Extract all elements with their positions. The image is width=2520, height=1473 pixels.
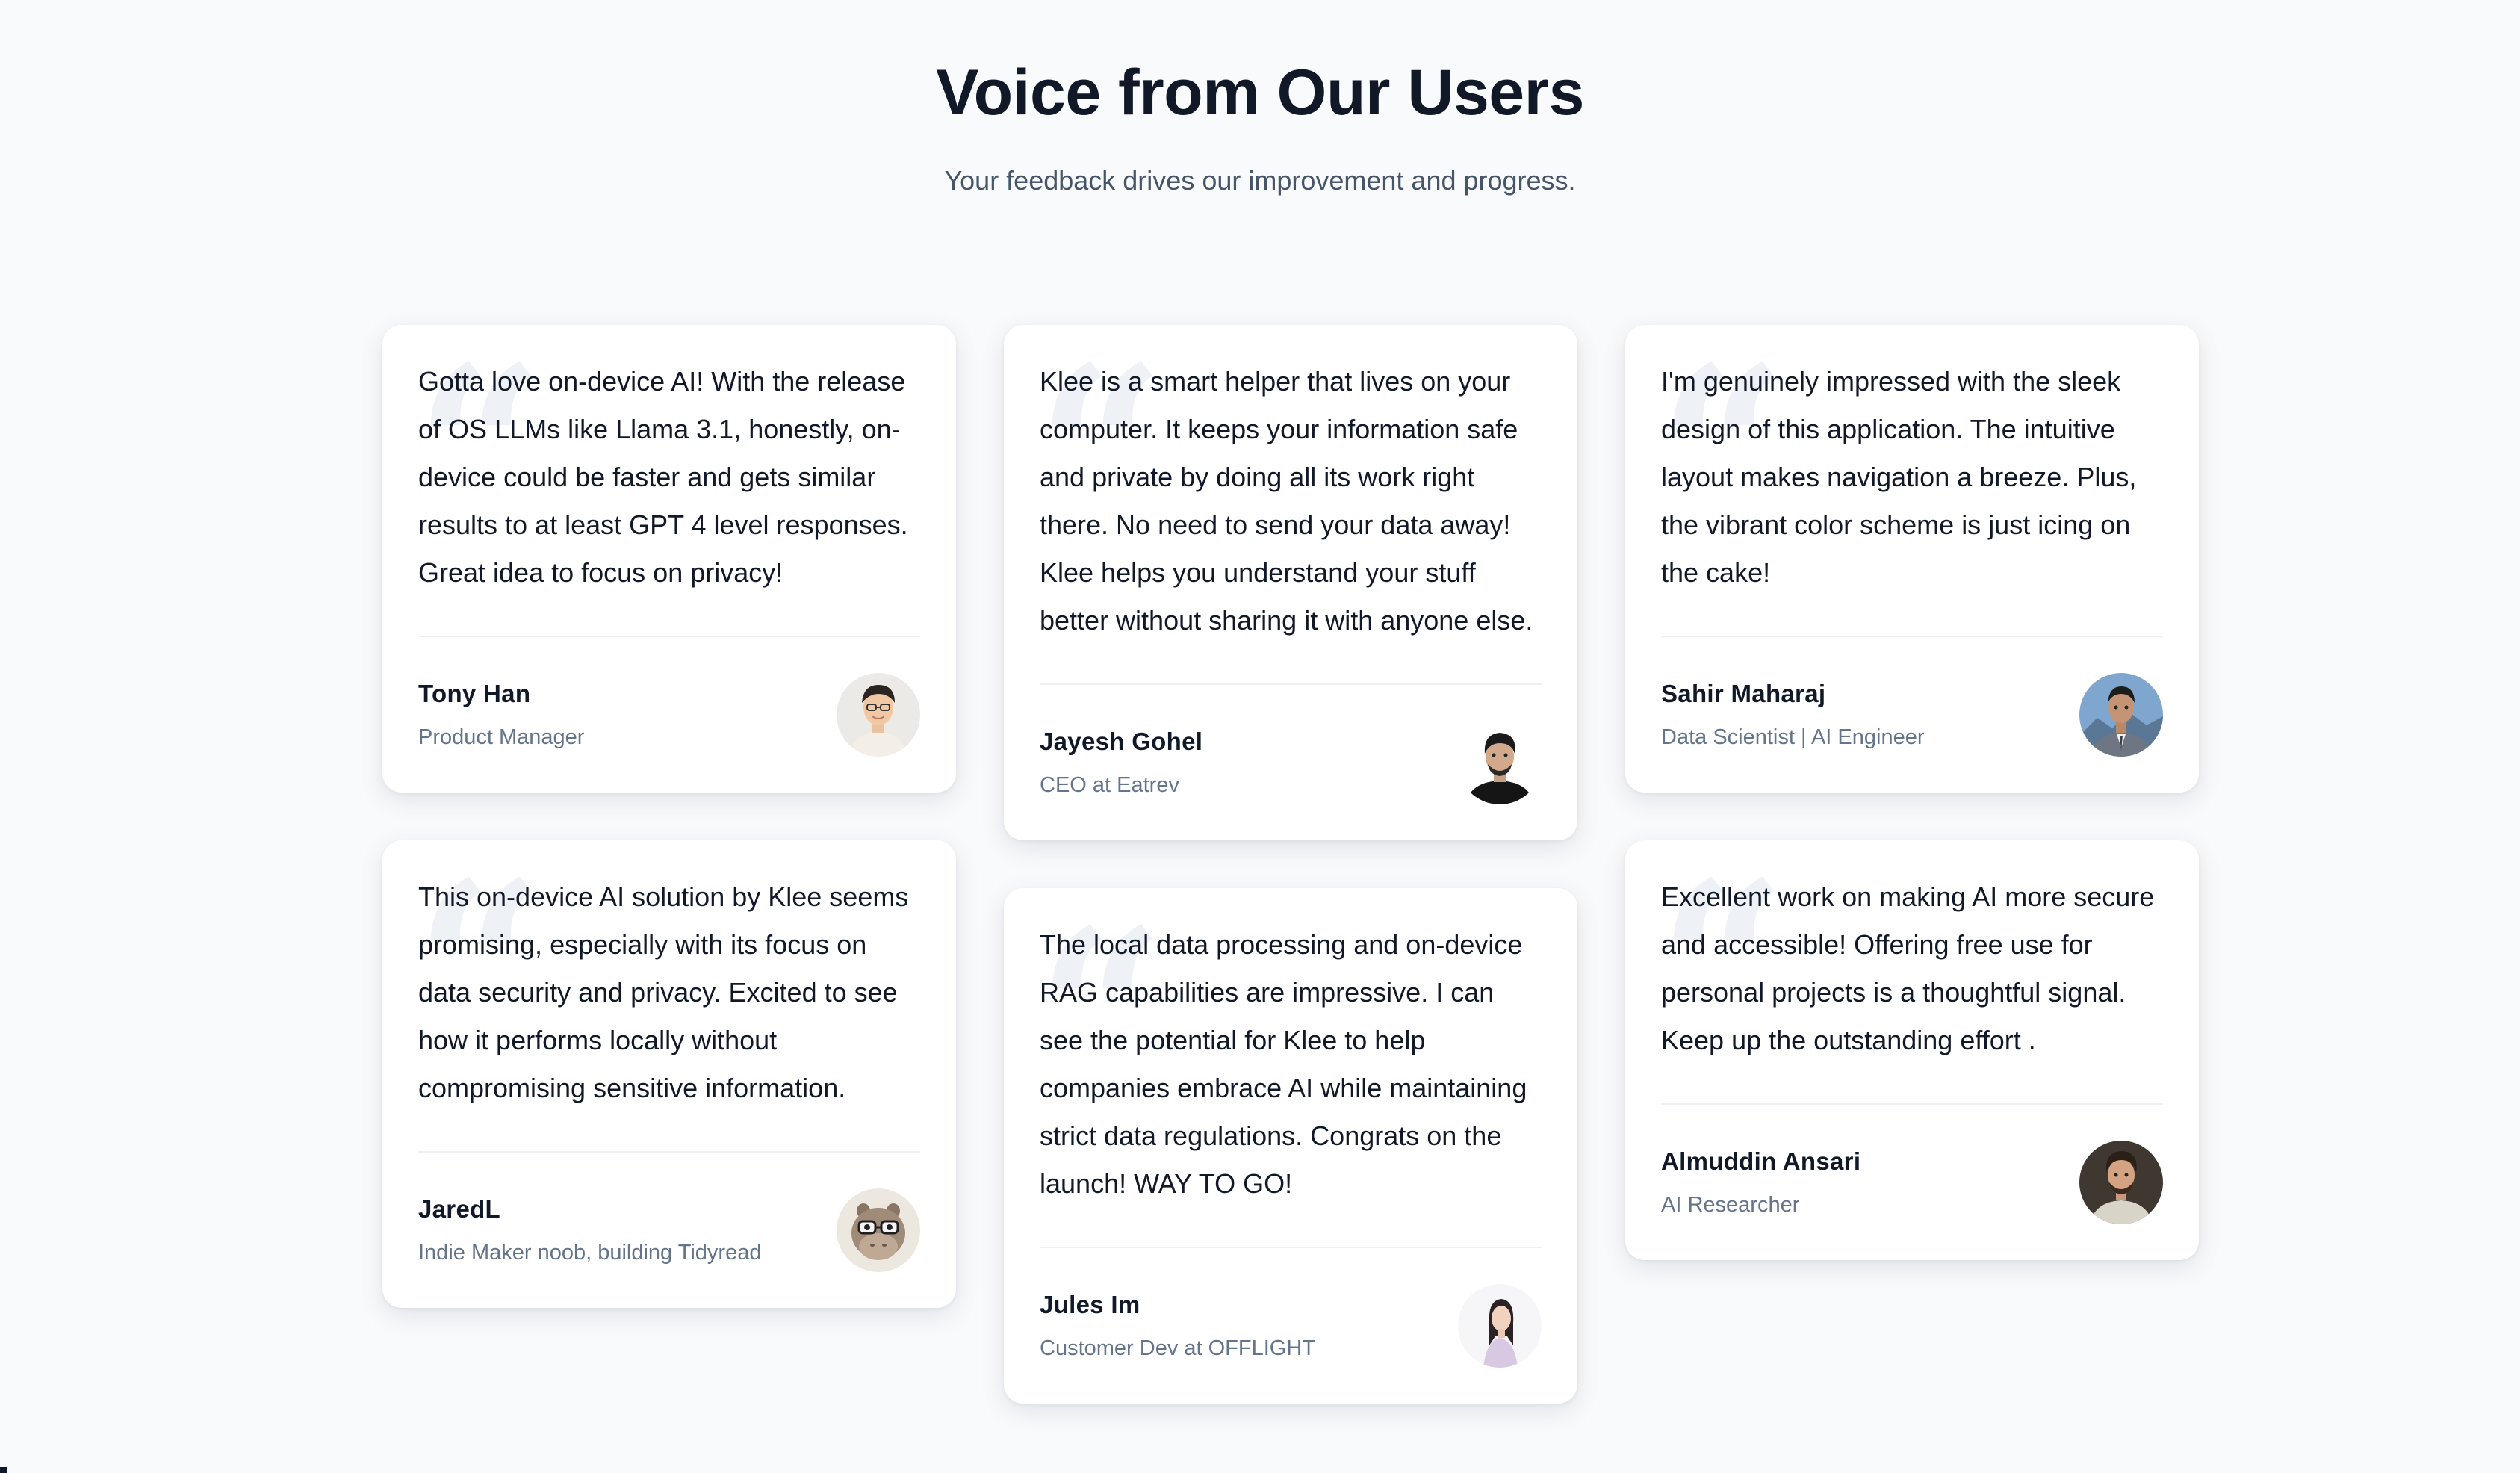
author-role: CEO at Eatrev [1040,773,1179,797]
author-role: Data Scientist | AI Engineer [1661,725,1925,749]
card-footer: Tony Han Product Manager [418,637,920,793]
person-avatar-icon [1458,1284,1542,1368]
author-role: Indie Maker noob, building Tidyread [418,1241,762,1265]
card-footer: Jules Im Customer Dev at OFFLIGHT [1040,1248,1542,1404]
testimonial-card-jules-im: “ The local data processing and on-devic… [1004,888,1577,1404]
page-corner-marker [0,1467,7,1473]
author-role: Product Manager [418,725,585,749]
card-footer: Jayesh Gohel CEO at Eatrev [1040,685,1542,840]
person-avatar-icon [837,673,920,757]
testimonial-card-jaredl: “ This on-device AI solution by Klee see… [382,840,956,1308]
testimonial-card-jayesh-gohel: “ Klee is a smart helper that lives on y… [1004,325,1577,840]
avatar [1458,721,1542,804]
page-title: Voice from Our Users [936,57,1584,128]
testimonial-text: The local data processing and on-device … [1040,929,1527,1199]
testimonial-text: This on-device AI solution by Klee seems… [418,881,909,1103]
card-footer: Sahir Maharaj Data Scientist | AI Engine… [1661,637,2163,793]
author-name: Tony Han [418,680,531,707]
author-name: JaredL [418,1195,501,1223]
card-footer: JaredL Indie Maker noob, building Tidyre… [418,1153,920,1308]
avatar [2079,1141,2163,1224]
testimonial-card-tony-han: “ Gotta love on-device AI! With the rele… [382,325,956,793]
person-avatar-icon [2079,673,2163,757]
hippo-avatar-icon [837,1188,920,1272]
testimonial-text: I'm genuinely impressed with the sleek d… [1661,366,2137,588]
page-subtitle: Your feedback drives our improvement and… [944,165,1576,196]
avatar [837,1188,920,1272]
avatar [837,673,920,757]
avatar [1458,1284,1542,1368]
testimonial-text: Excellent work on making AI more secure … [1661,881,2155,1055]
testimonial-text: Gotta love on-device AI! With the releas… [418,366,908,588]
person-avatar-icon [2079,1141,2163,1224]
author-name: Almuddin Ansari [1661,1147,1861,1175]
testimonial-card-sahir-maharaj: “ I'm genuinely impressed with the sleek… [1625,325,2199,793]
person-avatar-icon [1458,721,1542,804]
testimonial-text: Klee is a smart helper that lives on you… [1040,366,1533,636]
author-role: Customer Dev at OFFLIGHT [1040,1336,1316,1360]
author-name: Jayesh Gohel [1040,728,1203,755]
author-name: Sahir Maharaj [1661,680,1826,707]
testimonial-card-almuddin-ansari: “ Excellent work on making AI more secur… [1625,840,2199,1260]
card-footer: Almuddin Ansari AI Researcher [1661,1105,2163,1260]
author-role: AI Researcher [1661,1193,1800,1217]
avatar [2079,673,2163,757]
author-name: Jules Im [1040,1291,1140,1318]
